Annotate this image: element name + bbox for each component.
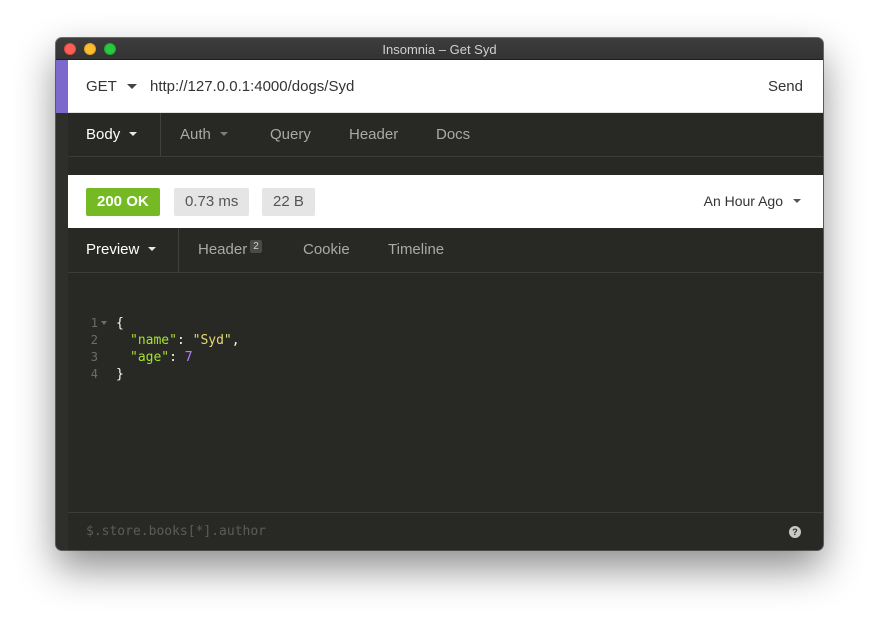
tab-auth[interactable]: Auth <box>180 113 228 157</box>
code-text: "age": 7 <box>130 350 193 365</box>
tab-preview-label: Preview <box>86 241 140 258</box>
tab-body-label: Body <box>86 126 121 143</box>
sidebar-strip <box>56 60 68 550</box>
active-request-indicator <box>56 60 68 113</box>
tab-response-header-label: Header <box>198 241 248 258</box>
tab-preview[interactable]: Preview <box>86 228 157 272</box>
code-text: } <box>116 367 124 382</box>
tab-docs[interactable]: Docs <box>436 113 470 157</box>
response-filter-bar: ? <box>68 512 823 550</box>
response-status-bar: 200 OK 0.73 ms 22 B An Hour Ago <box>68 175 823 228</box>
tab-header[interactable]: Header <box>349 113 398 157</box>
response-body-viewer[interactable]: 1 { 2 "name": "Syd", 3 "age": 7 4 } <box>68 274 823 512</box>
line-number: 2 <box>90 333 98 347</box>
filter-input[interactable] <box>86 524 486 539</box>
request-tabs: Body Auth Query Header Docs <box>68 113 823 157</box>
json-key: "age" <box>130 350 170 365</box>
tab-divider <box>160 113 161 157</box>
chevron-down-icon <box>219 132 228 137</box>
code-text: { <box>116 316 124 331</box>
json-key: "name" <box>130 333 177 348</box>
url-bar: GET http://127.0.0.1:4000/dogs/Syd Send <box>68 60 823 113</box>
fold-icon[interactable] <box>101 321 107 325</box>
tab-query[interactable]: Query <box>270 113 311 157</box>
title-bar: Insomnia – Get Syd <box>56 38 823 60</box>
response-size-badge: 22 B <box>262 188 315 216</box>
json-number: 7 <box>184 350 193 365</box>
response-time-badge: 0.73 ms <box>174 188 250 216</box>
response-tabs: Preview Header 2 Cookie Timeline <box>68 228 823 273</box>
chevron-down-icon <box>793 199 801 204</box>
line-number: 1 <box>90 316 98 330</box>
tab-body[interactable]: Body <box>86 113 138 157</box>
tab-response-header[interactable]: Header 2 <box>198 228 262 272</box>
tab-cookie[interactable]: Cookie <box>303 228 350 272</box>
code-text: "name": "Syd", <box>130 333 240 348</box>
app-window: Insomnia – Get Syd GET http://127.0.0.1:… <box>56 38 823 550</box>
json-string: "Syd" <box>192 333 232 348</box>
status-badge: 200 OK <box>86 188 160 216</box>
header-count-badge: 2 <box>250 240 262 253</box>
method-label: GET <box>86 78 117 95</box>
send-button[interactable]: Send <box>768 78 803 95</box>
window-title: Insomnia – Get Syd <box>382 42 497 57</box>
chevron-down-icon <box>129 132 138 137</box>
chevron-down-icon <box>148 247 157 252</box>
chevron-down-icon <box>126 83 137 89</box>
url-input[interactable]: http://127.0.0.1:4000/dogs/Syd <box>150 78 354 95</box>
tab-timeline[interactable]: Timeline <box>388 228 444 272</box>
tab-divider <box>178 228 179 273</box>
line-number: 3 <box>90 350 98 364</box>
history-label: An Hour Ago <box>703 193 783 209</box>
tab-auth-label: Auth <box>180 126 211 143</box>
method-dropdown[interactable]: GET <box>86 78 137 95</box>
line-number: 4 <box>90 367 98 381</box>
help-icon[interactable]: ? <box>789 526 801 538</box>
response-history-dropdown[interactable]: An Hour Ago <box>704 193 801 209</box>
